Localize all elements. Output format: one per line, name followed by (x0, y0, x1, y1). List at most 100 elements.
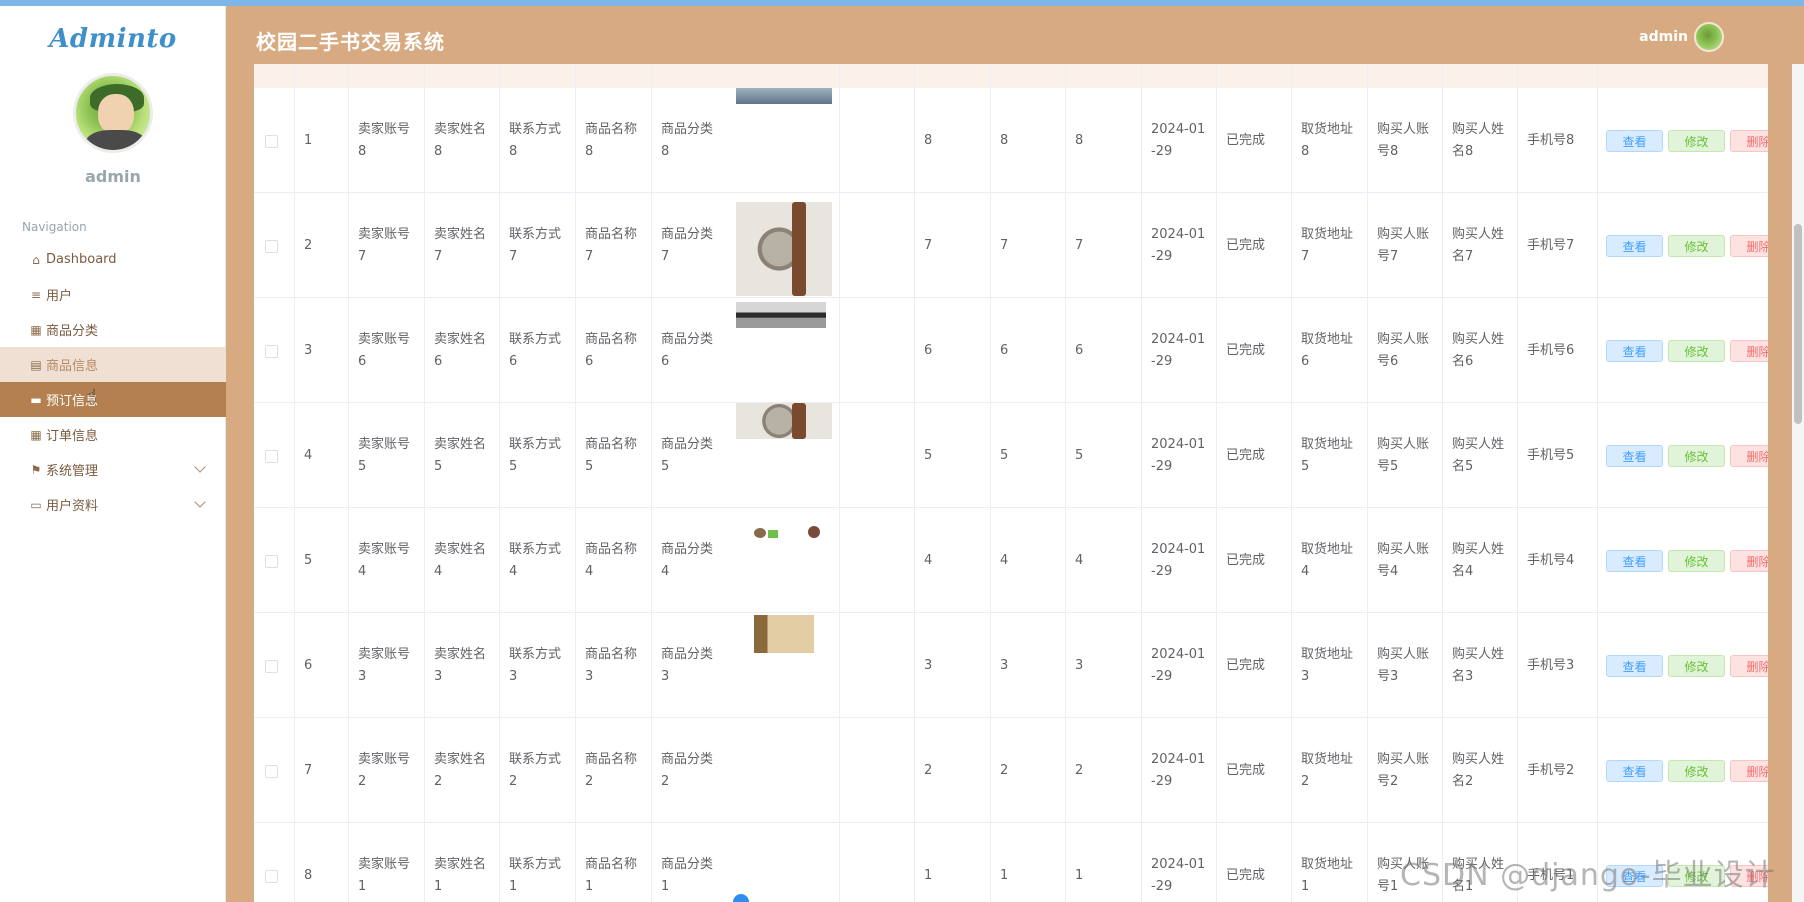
row-checkbox[interactable] (265, 660, 278, 673)
cell-n3: 5 (1065, 403, 1141, 508)
cell-pickup: 取货地址 5 (1291, 403, 1367, 508)
cell-contact: 联系方式 6 (499, 298, 575, 403)
edit-button[interactable]: 修改 (1668, 235, 1725, 257)
cell-text: 1 (1000, 867, 1009, 883)
cell-text: 联系方式 7 (509, 226, 562, 264)
cell-buyer-name: 购买人姓 名6 (1442, 298, 1517, 403)
cell-n3: 2 (1065, 718, 1141, 823)
delete-button[interactable]: 删除 (1730, 445, 1768, 467)
sidebar-item-7[interactable]: ⚑ 系统管理 (0, 452, 226, 487)
edit-button[interactable]: 修改 (1668, 130, 1725, 152)
cell-n3: 1 (1065, 823, 1141, 902)
cell-text: 卖家姓名 2 (434, 751, 487, 789)
table-row: 5 卖家账号 4 卖家姓名 4 联系方式 4 商品名称 4 商品分类 4 4 4 4 2024-0… (254, 508, 1768, 613)
cell-text: 商品名称 7 (585, 226, 638, 264)
header-avatar[interactable] (1694, 22, 1724, 52)
table-row: 1 卖家账号 8 卖家姓名 8 联系方式 8 商品名称 8 商品分类 8 8 8 8 2024-0… (254, 88, 1768, 193)
cell-text: 8 (924, 132, 933, 148)
edit-button[interactable]: 修改 (1668, 760, 1725, 782)
cell-text: 1 (1075, 867, 1084, 883)
cell-buyer-account: 购买人账 号7 (1367, 193, 1442, 298)
cell-text: 3 (1075, 657, 1084, 673)
sidebar-item-5[interactable]: ▬ 预订信息 (0, 382, 226, 417)
cell-text: 5 (924, 447, 933, 463)
cell-text: 2024-01 -29 (1151, 646, 1206, 684)
cell-text: 6 (1000, 342, 1009, 358)
scrollbar-thumb[interactable] (1794, 224, 1802, 424)
cell-text: 取货地址 8 (1301, 121, 1354, 159)
cell-text: 7 (304, 762, 313, 778)
cell-pickup: 取货地址 4 (1291, 508, 1367, 613)
row-checkbox[interactable] (265, 345, 278, 358)
product-thumbnail (736, 302, 826, 328)
cell-n2: 1 (990, 823, 1065, 902)
cell-text: 4 (304, 447, 313, 463)
app-logo[interactable]: Adminto (0, 24, 226, 54)
cell-n1: 4 (914, 508, 990, 613)
cell-text: 已完成 (1226, 762, 1266, 778)
row-checkbox[interactable] (265, 135, 278, 148)
view-button[interactable]: 查看 (1606, 340, 1663, 362)
cell-buyer-name: 购买人姓 名4 (1442, 508, 1517, 613)
view-button[interactable]: 查看 (1606, 655, 1663, 677)
row-checkbox[interactable] (265, 765, 278, 778)
cell-text: 3 (924, 657, 933, 673)
delete-button[interactable]: 删除 (1730, 340, 1768, 362)
row-checkbox[interactable] (265, 870, 278, 883)
delete-button[interactable]: 删除 (1730, 235, 1768, 257)
cell-n2: 5 (990, 403, 1065, 508)
sidebar-item-2[interactable]: ≡ 用户 (0, 277, 226, 312)
delete-button[interactable]: 删除 (1730, 760, 1768, 782)
product-thumbnail (736, 202, 832, 296)
edit-button[interactable]: 修改 (1668, 550, 1725, 572)
cell-n1: 1 (914, 823, 990, 902)
sidebar-nav: ⌂ Dashboard ≡ 用户 ▦ 商品分类 ▤ 商品信息 ▬ 预订信息 ▦ 订单信息 ⚑ 系统管理 ▭ 用… (0, 242, 226, 522)
view-button[interactable]: 查看 (1606, 445, 1663, 467)
delete-button[interactable]: 删除 (1730, 550, 1768, 572)
cell-contact: 联系方式 7 (499, 193, 575, 298)
cell-category: 商品分类 8 (651, 88, 727, 193)
header-user-name[interactable]: admin (1639, 29, 1688, 45)
delete-button[interactable]: 删除 (1730, 655, 1768, 677)
scrollbar[interactable] (1792, 64, 1804, 902)
cell-pickup: 取货地址 7 (1291, 193, 1367, 298)
view-button[interactable]: 查看 (1606, 760, 1663, 782)
cell-text: 8 (304, 867, 313, 883)
cell-text: 商品名称 6 (585, 331, 638, 369)
edit-button[interactable]: 修改 (1668, 445, 1725, 467)
cell-text: 3 (1000, 657, 1009, 673)
view-button[interactable]: 查看 (1606, 235, 1663, 257)
chevron-down-icon (194, 461, 206, 473)
cell-text: 2 (304, 237, 313, 253)
cell-seller-name: 卖家姓名 1 (424, 823, 499, 902)
edit-button[interactable]: 修改 (1668, 655, 1725, 677)
row-checkbox[interactable] (265, 240, 278, 253)
sidebar-item-6[interactable]: ▦ 订单信息 (0, 417, 226, 452)
cell-seller-account: 卖家账号 2 (348, 718, 424, 823)
sidebar-item-1[interactable]: ⌂ Dashboard (0, 242, 226, 277)
cell-text: 手机号4 (1527, 552, 1575, 568)
cell-phone: 手机号4 (1517, 508, 1597, 613)
cell-text: 卖家账号 2 (358, 751, 411, 789)
sidebar-item-4[interactable]: ▤ 商品信息 (0, 347, 226, 382)
cell-text: 手机号5 (1527, 447, 1575, 463)
delete-button[interactable]: 删除 (1730, 130, 1768, 152)
cell-text: 5 (1000, 447, 1009, 463)
sidebar-item-3[interactable]: ▦ 商品分类 (0, 312, 226, 347)
cell-index: 7 (294, 718, 348, 823)
cell-text: 商品分类 2 (661, 751, 714, 789)
cell-index: 5 (294, 508, 348, 613)
sidebar-avatar (73, 73, 153, 153)
sidebar-item-label: 订单信息 (46, 429, 99, 444)
cell-text: 联系方式 3 (509, 646, 562, 684)
view-button[interactable]: 查看 (1606, 550, 1663, 572)
cell-text: 商品名称 5 (585, 436, 638, 474)
cell-product-name: 商品名称 4 (575, 508, 651, 613)
sidebar-item-8[interactable]: ▭ 用户资料 (0, 487, 226, 522)
chart-icon: ▤ (30, 357, 42, 372)
row-checkbox[interactable] (265, 555, 278, 568)
row-checkbox[interactable] (265, 450, 278, 463)
sidebar-item-label: 用户资料 (46, 499, 99, 514)
edit-button[interactable]: 修改 (1668, 340, 1725, 362)
view-button[interactable]: 查看 (1606, 130, 1663, 152)
